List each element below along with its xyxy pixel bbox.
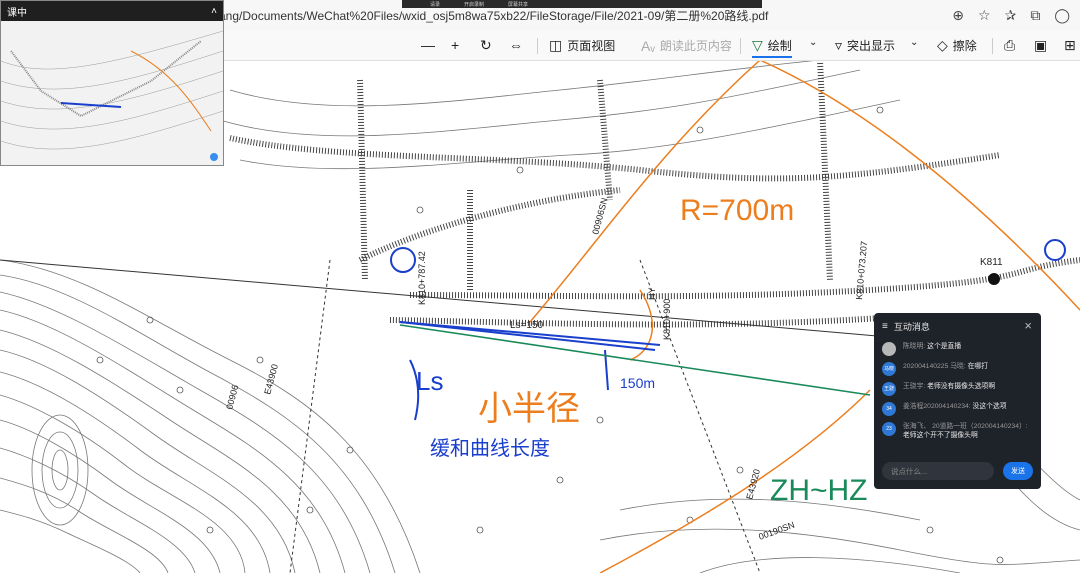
thumbnail-titlebar: 课中 ˄ [1, 1, 223, 21]
coordinate-label: 00906 [224, 384, 240, 411]
message-sender: 王骁宇: [903, 383, 926, 390]
chat-message: 陈晓明: 这个是直播 [874, 339, 1041, 359]
highlight-options-dropdown[interactable]: ⌄ [910, 37, 918, 48]
zoom-in-icon: + [451, 37, 460, 53]
toolbar-divider [740, 38, 741, 54]
highlight-button[interactable]: ▿ 突出显示 [835, 37, 895, 54]
thumbnail-title: 课中 [7, 7, 27, 19]
save-as-icon: ⊞ [1064, 37, 1076, 53]
chat-message: 23 张海飞、 20道路一班（202004140234）: 老师这个开不了摄像头啊 [874, 419, 1041, 443]
interactive-messages-panel: ≡ 互动消息 × 陈晓明: 这个是直播 马晓 202004140225 马晓: … [874, 313, 1041, 489]
draw-label: 绘制 [767, 39, 792, 53]
read-aloud-label: 朗读此页内容 [659, 39, 732, 53]
meeting-record-item[interactable]: 请录 [430, 1, 440, 8]
collections-icon[interactable]: ⧉ [1030, 8, 1040, 22]
message-text: 没这个选项 [970, 403, 1007, 410]
zoom-out-button[interactable]: — [421, 37, 435, 53]
chat-input[interactable]: 说点什么... [882, 462, 994, 480]
close-icon[interactable]: × [1024, 318, 1032, 333]
chat-message: 王骁 王骁宇: 老师没有摄像头选项啊 [874, 379, 1041, 399]
message-sender: 姜浩程202004140234: [903, 403, 971, 410]
station-hy-label: HY [647, 287, 657, 300]
zoom-icon[interactable]: ⊕ [952, 8, 964, 22]
draw-icon: ▽ [752, 37, 763, 53]
message-sender: 张海飞、 20道路一班（202004140234）: [903, 423, 1028, 430]
meeting-share-item[interactable]: 屏幕共享 [508, 1, 528, 8]
save-as-button[interactable]: ⊞ [1064, 37, 1076, 54]
erase-label: 擦除 [952, 39, 977, 53]
message-text: 在哪打 [965, 363, 989, 370]
survey-marker-icon [988, 273, 1000, 285]
page-view-label: 页面视图 [567, 39, 616, 53]
print-button[interactable]: ⎙ [1004, 37, 1015, 54]
zoom-out-icon: — [421, 37, 435, 53]
highlight-label: 突出显示 [847, 39, 896, 53]
message-text: 老师没有摄像头选项啊 [925, 383, 996, 390]
station-k811-label: K811 [980, 257, 1003, 268]
avatar: 34 [882, 402, 896, 416]
small-radius-annotation: 小半径 [478, 390, 580, 428]
read-aloud-icon: Aᵥ [641, 37, 655, 54]
draw-button[interactable]: ▽ 绘制 [752, 37, 792, 58]
toolbar-divider [992, 38, 993, 54]
draw-options-dropdown[interactable]: ⌄ [809, 37, 817, 48]
meeting-start-record-item[interactable]: 开启录制 [464, 1, 484, 8]
ls-station-label: Ls=150 [510, 320, 544, 331]
rotate-icon: ↻ [480, 37, 492, 53]
thumbnail-preview [1, 21, 223, 165]
favorites-icon[interactable]: ✰ [1005, 8, 1017, 22]
zoom-in-button[interactable]: + [451, 37, 459, 53]
save-icon: ▣ [1034, 37, 1048, 53]
message-sender: 陈晓明: [903, 343, 926, 350]
fit-page-icon: ⇔ [509, 37, 523, 53]
toolbar-divider [537, 38, 538, 54]
coordinate-label: E43900 [262, 363, 280, 396]
url-text[interactable]: ang/Documents/WeChat%20Files/wxid_osj5m8… [219, 7, 768, 24]
transition-length-annotation: 缓和曲线长度 [430, 437, 550, 460]
radius-annotation: R=700m [680, 194, 794, 227]
chat-message: 34 姜浩程202004140234: 没这个选项 [874, 399, 1041, 419]
eraser-icon: ◇ [937, 37, 948, 53]
chat-message: 马晓 202004140225 马晓: 在哪打 [874, 359, 1041, 379]
avatar: 23 [882, 422, 896, 436]
message-text: 老师这个开不了摄像头啊 [903, 432, 978, 439]
avatar: 王骁 [882, 382, 896, 396]
chat-title: 互动消息 [893, 321, 930, 332]
favorite-add-icon[interactable]: ☆ [978, 8, 991, 22]
save-button[interactable]: ▣ [1034, 37, 1047, 54]
road-lines [229, 60, 1080, 328]
send-button[interactable]: 发送 [1003, 462, 1033, 480]
meeting-thumbnail-window[interactable]: 课中 ˄ [0, 0, 224, 166]
print-icon: ⎙ [1004, 37, 1016, 53]
coordinate-label: E43920 [744, 468, 762, 501]
station-pile-label: K810+900 [662, 299, 672, 340]
fit-page-button[interactable]: ⇔ [509, 37, 523, 53]
page-view-button[interactable]: ◫ 页面视图 [549, 37, 615, 54]
collapse-icon[interactable]: ˄ [211, 6, 217, 17]
chevron-down-icon: ⌄ [910, 37, 919, 48]
message-sender: 202004140225 马晓: [903, 363, 966, 370]
message-text: 这个是直播 [925, 343, 962, 350]
avatar [882, 342, 896, 356]
page-view-icon: ◫ [549, 37, 563, 53]
chat-header: ≡ 互动消息 × [874, 313, 1041, 339]
avatar: 马晓 [882, 362, 896, 376]
menu-icon[interactable]: ≡ [882, 321, 888, 332]
chevron-down-icon: ⌄ [809, 37, 818, 48]
zh-hz-annotation: ZH~HZ [770, 474, 868, 507]
boundary-lines [0, 259, 901, 573]
curve-length-annotation: 150m [620, 375, 655, 391]
coordinate-label: 00906SN [590, 197, 609, 236]
coordinate-label: 00190SN [757, 520, 796, 542]
erase-button[interactable]: ◇ 擦除 [937, 37, 977, 54]
highlight-icon: ▿ [835, 37, 843, 53]
profile-icon[interactable]: ◯ [1054, 8, 1070, 22]
rotate-button[interactable]: ↻ [480, 37, 492, 54]
ls-annotation: Ls [416, 366, 443, 396]
station-k810-label: K810+787.42 [417, 251, 427, 305]
meeting-control-bar: 请录 开启录制 屏幕共享 [402, 0, 762, 8]
read-aloud-button[interactable]: Aᵥ 朗读此页内容 [641, 37, 732, 54]
